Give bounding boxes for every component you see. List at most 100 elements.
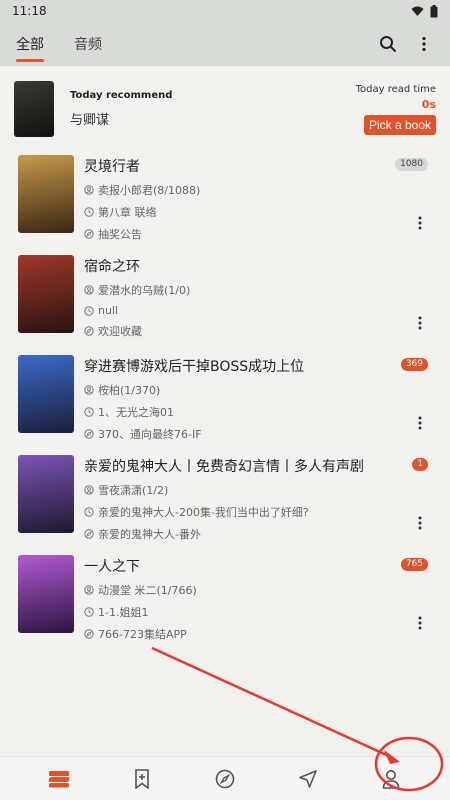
more-vertical-icon bbox=[418, 216, 422, 230]
unread-count-badge: 369 bbox=[400, 358, 428, 371]
book-note: 亲爱的鬼神大人-番外 bbox=[84, 526, 432, 542]
more-vertical-icon bbox=[418, 316, 422, 330]
nav-navigation[interactable] bbox=[286, 757, 330, 800]
book-more-button[interactable] bbox=[412, 214, 428, 232]
book-note: 370、通向最终76-IF bbox=[84, 426, 432, 442]
more-vertical-icon bbox=[418, 516, 422, 530]
book-latest-text: 1-1.姐姐1 bbox=[98, 606, 149, 619]
nav-discover[interactable] bbox=[203, 757, 247, 800]
book-cover[interactable] bbox=[18, 255, 74, 333]
compass-small-icon bbox=[84, 326, 94, 336]
book-latest-chapter: 1-1.姐姐1 bbox=[84, 604, 432, 620]
book-author-text: 桉柏(1/370) bbox=[98, 384, 161, 397]
author-icon bbox=[84, 285, 94, 295]
top-header: 全部 音频 bbox=[0, 22, 450, 66]
book-more-button[interactable] bbox=[412, 414, 428, 432]
nav-bookmarks[interactable] bbox=[120, 757, 164, 800]
today-recommend[interactable]: Today recommend 与卿谋 Today read time 0s P… bbox=[0, 76, 450, 142]
compass-small-icon bbox=[84, 529, 94, 539]
bookshelf-icon bbox=[49, 770, 70, 787]
book-title[interactable]: 一人之下 bbox=[84, 556, 432, 576]
book-more-button[interactable] bbox=[412, 314, 428, 332]
battery-icon bbox=[430, 4, 438, 17]
book-author: 桉柏(1/370) bbox=[84, 382, 432, 398]
book-note-text: 抽奖公告 bbox=[98, 228, 142, 241]
annotation-arrow bbox=[151, 646, 394, 760]
book-row[interactable]: 灵境行者卖报小郎君(8/1088) 第八章 联络 抽奖公告 1080 bbox=[0, 150, 450, 250]
book-latest-chapter: 亲爱的鬼神大人-200集-我们当中出了奸细? bbox=[84, 504, 432, 520]
pick-a-book-button[interactable]: Pick a book bbox=[363, 114, 436, 135]
book-more-button[interactable] bbox=[412, 614, 428, 632]
tab-all[interactable]: 全部 bbox=[12, 22, 48, 66]
unread-count-badge: 1 bbox=[412, 458, 428, 471]
navigation-icon bbox=[298, 769, 317, 788]
author-icon bbox=[84, 585, 94, 595]
book-cover[interactable] bbox=[18, 155, 74, 233]
book-author-text: 动漫堂 米二(1/766) bbox=[98, 584, 197, 597]
recommend-cover[interactable] bbox=[14, 81, 54, 137]
book-title[interactable]: 穿进赛博游戏后干掉BOSS成功上位 bbox=[84, 356, 432, 376]
book-author: 动漫堂 米二(1/766) bbox=[84, 582, 432, 598]
clock-icon bbox=[84, 607, 94, 617]
book-author: 爱潜水的乌贼(1/0) bbox=[84, 282, 432, 298]
person-icon bbox=[382, 769, 399, 789]
book-more-button[interactable] bbox=[412, 514, 428, 532]
author-icon bbox=[84, 185, 94, 195]
book-author-text: 雪夜潇潇(1/2) bbox=[98, 484, 169, 497]
book-row[interactable]: 宿命之环爱潜水的乌贼(1/0) null 欢迎收藏 bbox=[0, 250, 450, 350]
bottom-navigation bbox=[0, 756, 450, 800]
book-cover[interactable] bbox=[18, 355, 74, 433]
compass-small-icon bbox=[84, 629, 94, 639]
more-vertical-icon bbox=[422, 36, 426, 52]
book-latest-text: 第八章 联络 bbox=[98, 206, 157, 219]
book-cover[interactable] bbox=[18, 555, 74, 633]
tab-audio[interactable]: 音频 bbox=[70, 22, 106, 66]
nav-bookshelf[interactable] bbox=[37, 757, 81, 800]
search-icon bbox=[380, 36, 397, 53]
book-note-text: 亲爱的鬼神大人-番外 bbox=[98, 528, 201, 541]
nav-profile[interactable] bbox=[369, 757, 413, 800]
read-time-value: 0s bbox=[421, 97, 436, 111]
book-list: 灵境行者卖报小郎君(8/1088) 第八章 联络 抽奖公告 1080 宿命之环爱潜水的乌… bbox=[0, 150, 450, 650]
book-cover[interactable] bbox=[18, 455, 74, 533]
bookmark-add-icon bbox=[135, 768, 149, 789]
book-latest-text: null bbox=[98, 304, 119, 317]
book-row[interactable]: 穿进赛博游戏后干掉BOSS成功上位桉柏(1/370) 1、无光之海01 370、通向… bbox=[0, 350, 450, 450]
book-author-text: 爱潜水的乌贼(1/0) bbox=[98, 284, 191, 297]
book-latest-chapter: 1、无光之海01 bbox=[84, 404, 432, 420]
book-title[interactable]: 灵境行者 bbox=[84, 156, 432, 176]
book-note: 766-723集结APP bbox=[84, 626, 432, 642]
unread-count-badge: 765 bbox=[400, 558, 428, 571]
book-title[interactable]: 宿命之环 bbox=[84, 256, 432, 276]
compass-small-icon bbox=[84, 429, 94, 439]
book-note: 抽奖公告 bbox=[84, 226, 432, 242]
book-note-text: 370、通向最终76-IF bbox=[98, 428, 202, 441]
recommend-title[interactable]: 与卿谋 bbox=[70, 109, 356, 128]
wifi-icon bbox=[411, 6, 424, 16]
book-author: 卖报小郎君(8/1088) bbox=[84, 182, 432, 198]
book-latest-text: 1、无光之海01 bbox=[98, 406, 174, 419]
clock-icon bbox=[84, 305, 94, 316]
status-time: 11:18 bbox=[12, 4, 47, 18]
clock-icon bbox=[84, 207, 94, 217]
book-author: 雪夜潇潇(1/2) bbox=[84, 482, 432, 498]
book-row[interactable]: 一人之下动漫堂 米二(1/766) 1-1.姐姐1 766-723集结APP 765 bbox=[0, 550, 450, 650]
book-note-text: 欢迎收藏 bbox=[98, 325, 142, 338]
compass-icon bbox=[215, 769, 235, 788]
more-vertical-icon bbox=[418, 416, 422, 430]
search-button[interactable] bbox=[374, 30, 402, 58]
book-note-text: 766-723集结APP bbox=[98, 628, 187, 641]
clock-icon bbox=[84, 507, 94, 517]
book-row[interactable]: 亲爱的鬼神大人丨免费奇幻言情丨多人有声剧雪夜潇潇(1/2) 亲爱的鬼神大人-200… bbox=[0, 450, 450, 550]
clock-icon bbox=[84, 407, 94, 417]
book-latest-text: 亲爱的鬼神大人-200集-我们当中出了奸细? bbox=[98, 506, 309, 519]
book-latest-chapter: null bbox=[84, 304, 432, 317]
compass-small-icon bbox=[84, 229, 94, 239]
more-vertical-icon bbox=[418, 616, 422, 630]
status-bar: 11:18 bbox=[0, 0, 450, 22]
book-latest-chapter: 第八章 联络 bbox=[84, 204, 432, 220]
unread-count-badge: 1080 bbox=[395, 158, 428, 171]
overflow-menu-button[interactable] bbox=[410, 30, 438, 58]
book-title[interactable]: 亲爱的鬼神大人丨免费奇幻言情丨多人有声剧 bbox=[84, 456, 432, 476]
book-author-text: 卖报小郎君(8/1088) bbox=[98, 184, 201, 197]
